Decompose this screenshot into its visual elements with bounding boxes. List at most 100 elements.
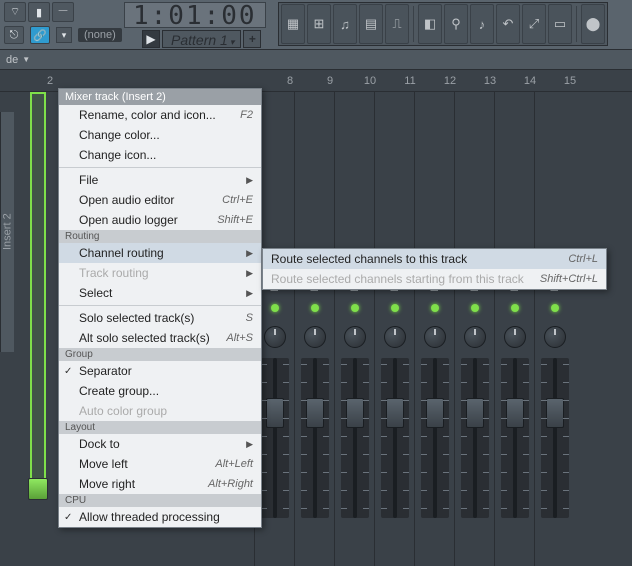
pattern-add-button[interactable]: + — [243, 30, 261, 48]
menu-change-icon[interactable]: Change icon... — [59, 145, 261, 165]
selected-track-fader-cap[interactable] — [28, 478, 48, 500]
context-menu-title: Mixer track (Insert 2) — [59, 89, 261, 105]
record-icon[interactable]: ⬤ — [581, 4, 605, 44]
fader-cap[interactable] — [386, 398, 404, 428]
pattern-name[interactable]: Pattern 1▾ — [162, 30, 241, 48]
menu-move-left[interactable]: Move leftAlt+Left — [59, 454, 261, 474]
track-led[interactable] — [351, 304, 359, 312]
fader-cap[interactable] — [466, 398, 484, 428]
fader[interactable] — [541, 358, 569, 518]
snap-none-label[interactable]: (none) — [78, 28, 122, 42]
mixer-track[interactable]: Insert 15 — [534, 92, 574, 566]
fader[interactable] — [341, 358, 369, 518]
mixer-header: de ▼ — [0, 50, 632, 70]
check-icon: ✓ — [64, 512, 72, 523]
pan-knob[interactable] — [544, 326, 566, 348]
ruler-cell: 8 — [270, 70, 310, 91]
playlist-icon[interactable]: ▦ — [281, 4, 305, 44]
settings-icon[interactable]: ▭ — [548, 4, 572, 44]
menu-threaded[interactable]: ✓Allow threaded processing — [59, 507, 261, 527]
dropdown-arrow-icon[interactable]: ▾ — [56, 27, 72, 43]
ruler-cell: 10 — [350, 70, 390, 91]
fader-cap[interactable] — [346, 398, 364, 428]
menu-rename[interactable]: Rename, color and icon...F2 — [59, 105, 261, 125]
pan-knob[interactable] — [304, 326, 326, 348]
track-led[interactable] — [311, 304, 319, 312]
channel-routing-submenu: Route selected channels to this trackCtr… — [262, 248, 607, 290]
fader-cap[interactable] — [306, 398, 324, 428]
menu-auto-color: Auto color group — [59, 401, 261, 421]
fader-cap[interactable] — [506, 398, 524, 428]
mixer-track[interactable]: Insert 14 — [494, 92, 534, 566]
undo-icon[interactable]: ↶ — [496, 4, 520, 44]
menu-open-editor[interactable]: Open audio editorCtrl+E — [59, 190, 261, 210]
menu-select[interactable]: Select▶ — [59, 283, 261, 303]
pan-knob[interactable] — [384, 326, 406, 348]
menu-solo[interactable]: Solo selected track(s)S — [59, 308, 261, 328]
fader-cap[interactable] — [546, 398, 564, 428]
menu-channel-routing[interactable]: Channel routing▶ — [59, 243, 261, 263]
menu-file[interactable]: File▶ — [59, 170, 261, 190]
section-layout: Layout — [59, 421, 261, 434]
menu-track-routing: Track routing▶ — [59, 263, 261, 283]
top-toolbar: ⌔ ▮ 𝄖 ⎋ 🔗 ▾ (none) 1:01:00 ▶ Pattern 1▾ … — [0, 0, 632, 50]
fader[interactable] — [261, 358, 289, 518]
track-side-label: Insert 2 — [0, 112, 14, 352]
pan-knob[interactable] — [264, 326, 286, 348]
chevron-right-icon: ▶ — [246, 175, 253, 186]
section-cpu: CPU — [59, 494, 261, 507]
menu-move-right[interactable]: Move rightAlt+Right — [59, 474, 261, 494]
fader-cap[interactable] — [266, 398, 284, 428]
track-led[interactable] — [271, 304, 279, 312]
mixer-track[interactable]: Insert 13 — [454, 92, 494, 566]
snap-icon[interactable]: ⌔ — [4, 2, 26, 22]
chevron-down-icon[interactable]: ▼ — [22, 55, 30, 64]
submenu-route-to-track[interactable]: Route selected channels to this trackCtr… — [263, 249, 606, 269]
marker-icon[interactable]: ▮ — [28, 2, 50, 22]
track-led[interactable] — [551, 304, 559, 312]
menu-change-color[interactable]: Change color... — [59, 125, 261, 145]
tempo-icon[interactable]: ♪ — [470, 4, 494, 44]
mixer-track[interactable]: Insert 11 — [374, 92, 414, 566]
menu-dock-to[interactable]: Dock to▶ — [59, 434, 261, 454]
piano-roll-icon[interactable]: ♫ — [333, 4, 357, 44]
mixer-track[interactable]: Insert 10 — [334, 92, 374, 566]
mixer-track[interactable]: Insert 9 — [294, 92, 334, 566]
plugin-icon[interactable]: ⚲ — [444, 4, 468, 44]
fader-cap[interactable] — [426, 398, 444, 428]
fader[interactable] — [421, 358, 449, 518]
context-menu: Mixer track (Insert 2) Rename, color and… — [58, 88, 262, 528]
browser-icon[interactable]: ▤ — [359, 4, 383, 44]
track-led[interactable] — [511, 304, 519, 312]
fader[interactable] — [301, 358, 329, 518]
menu-separator[interactable]: ✓Separator — [59, 361, 261, 381]
fader[interactable] — [501, 358, 529, 518]
chevron-right-icon: ▶ — [246, 288, 253, 299]
picker-icon[interactable]: ⤢ — [522, 4, 546, 44]
time-display[interactable]: 1:01:00 — [124, 2, 266, 28]
fader[interactable] — [461, 358, 489, 518]
ruler-cell: 12 — [430, 70, 470, 91]
fader[interactable] — [381, 358, 409, 518]
menu-open-logger[interactable]: Open audio loggerShift+E — [59, 210, 261, 230]
pattern-name-label: Pattern 1 — [171, 32, 228, 48]
column-icon[interactable]: 𝄖 — [52, 2, 74, 22]
track-led[interactable] — [431, 304, 439, 312]
ruler-cell: 13 — [470, 70, 510, 91]
pan-knob[interactable] — [424, 326, 446, 348]
link-icon[interactable]: 🔗 — [30, 26, 50, 44]
pan-knob[interactable] — [344, 326, 366, 348]
menu-alt-solo[interactable]: Alt solo selected track(s)Alt+S — [59, 328, 261, 348]
view1-icon[interactable]: ◧ — [418, 4, 442, 44]
track-led[interactable] — [471, 304, 479, 312]
steps-icon[interactable]: ⊞ — [307, 4, 331, 44]
menu-create-group[interactable]: Create group... — [59, 381, 261, 401]
pan-knob[interactable] — [504, 326, 526, 348]
ruler-cell: 11 — [390, 70, 430, 91]
mixer-track[interactable]: Insert 12 — [414, 92, 454, 566]
pan-knob[interactable] — [464, 326, 486, 348]
mixer-icon[interactable]: ⎍ — [385, 4, 409, 44]
play-button[interactable]: ▶ — [142, 30, 160, 48]
magnet-icon[interactable]: ⎋ — [4, 26, 24, 44]
track-led[interactable] — [391, 304, 399, 312]
